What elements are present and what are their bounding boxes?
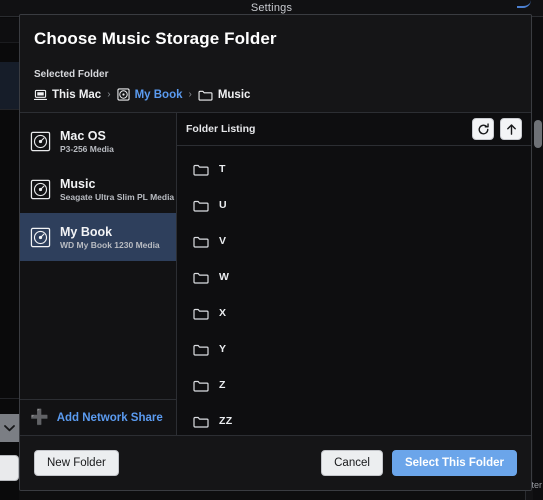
volume-item-music[interactable]: Music Seagate Ultra Slim PL Media xyxy=(20,165,176,213)
folder-listing-header: Folder Listing xyxy=(177,113,531,146)
refresh-icon xyxy=(477,122,490,136)
volume-item-my-book[interactable]: My Book WD My Book 1230 Media xyxy=(20,213,176,261)
folder-name: W xyxy=(219,271,230,283)
volume-text: Music Seagate Ultra Slim PL Media xyxy=(60,176,175,202)
new-folder-button[interactable]: New Folder xyxy=(34,450,119,476)
background-list-row xyxy=(0,18,19,43)
folder-list-item[interactable]: W xyxy=(177,259,531,295)
folder-icon xyxy=(193,199,209,212)
volume-item-mac-os[interactable]: Mac OS P3-256 Media xyxy=(20,117,176,165)
folder-list-item[interactable]: Z xyxy=(177,367,531,403)
breadcrumb-separator: › xyxy=(107,89,111,100)
folder-icon xyxy=(193,415,209,428)
folder-list-item[interactable]: T xyxy=(177,151,531,187)
breadcrumb-item-my-book[interactable]: My Book xyxy=(116,88,183,101)
disk-icon xyxy=(30,179,51,200)
chevron-down-icon xyxy=(4,424,15,432)
breadcrumb-label: This Mac xyxy=(52,88,102,101)
volumes-list: Mac OS P3-256 Media Music Seagate Ultra … xyxy=(20,113,176,399)
select-this-folder-button[interactable]: Select This Folder xyxy=(391,450,517,476)
background-dropdown-button[interactable] xyxy=(0,414,19,442)
folder-name: ZZ xyxy=(219,415,233,427)
parent-folder-button[interactable] xyxy=(500,118,522,140)
dialog-body: Mac OS P3-256 Media Music Seagate Ultra … xyxy=(20,112,531,435)
breadcrumb-separator: › xyxy=(188,89,192,100)
volume-name: Mac OS xyxy=(60,128,106,143)
folder-list: T U V W X Y Z ZZ xyxy=(177,146,531,435)
folder-icon xyxy=(193,271,209,284)
breadcrumb-item-this-mac[interactable]: This Mac xyxy=(34,89,101,101)
dialog-title: Choose Music Storage Folder xyxy=(34,29,277,48)
volume-subtitle: WD My Book 1230 Media xyxy=(60,239,160,250)
sidebar-footer: ➕ Add Network Share xyxy=(20,399,176,435)
background-edge-text: ter xyxy=(531,480,542,490)
folder-name: U xyxy=(219,199,227,211)
folder-icon xyxy=(193,307,209,320)
disk-icon xyxy=(116,88,130,101)
background-selected-row xyxy=(0,62,19,109)
add-network-share-label: Add Network Share xyxy=(56,411,163,424)
window-scrollbar-track[interactable] xyxy=(533,17,543,500)
plus-icon: ➕ xyxy=(30,409,49,426)
footer-actions: Cancel Select This Folder xyxy=(321,450,517,476)
folder-icon xyxy=(193,163,209,176)
computer-icon xyxy=(34,89,47,101)
folder-list-item[interactable]: ZZ xyxy=(177,403,531,435)
breadcrumb-label: Music xyxy=(217,88,251,101)
add-network-share-button[interactable]: ➕ Add Network Share xyxy=(30,410,166,425)
folder-list-item[interactable]: Y xyxy=(177,331,531,367)
folder-listing-title: Folder Listing xyxy=(186,123,256,135)
choose-folder-dialog: Choose Music Storage Folder Selected Fol… xyxy=(19,14,532,491)
disk-icon xyxy=(30,227,51,248)
folder-listing-panel: Folder Listing T U V W X Y Z ZZ xyxy=(177,113,531,435)
volumes-sidebar: Mac OS P3-256 Media Music Seagate Ultra … xyxy=(20,113,177,435)
folder-list-item[interactable]: U xyxy=(177,187,531,223)
folder-list-item[interactable]: X xyxy=(177,295,531,331)
app-root: Settings ter Choose Music Storage Folder… xyxy=(0,0,543,500)
volume-name: Music xyxy=(60,176,96,191)
volume-subtitle: P3-256 Media xyxy=(60,143,114,154)
background-divider-lower xyxy=(0,398,19,399)
background-divider xyxy=(0,109,19,110)
folder-list-item[interactable]: V xyxy=(177,223,531,259)
folder-listing-actions xyxy=(472,118,522,140)
dialog-footer: New Folder Cancel Select This Folder xyxy=(20,435,531,490)
volume-subtitle: Seagate Ultra Slim PL Media xyxy=(60,191,175,202)
folder-icon xyxy=(198,89,213,101)
folder-name: Z xyxy=(219,379,226,391)
folder-name: X xyxy=(219,307,227,319)
volume-text: My Book WD My Book 1230 Media xyxy=(60,225,160,250)
breadcrumb: This Mac › My Book › Music xyxy=(34,88,517,112)
folder-icon xyxy=(193,343,209,356)
cancel-button[interactable]: Cancel xyxy=(321,450,383,476)
folder-name: T xyxy=(219,163,226,175)
volume-name: My Book xyxy=(60,224,113,239)
arrow-up-icon xyxy=(505,123,518,136)
selected-folder-label: Selected Folder xyxy=(34,69,109,80)
disk-icon xyxy=(30,131,51,152)
refresh-button[interactable] xyxy=(472,118,494,140)
breadcrumb-label: My Book xyxy=(134,88,183,101)
window-scrollbar-thumb[interactable] xyxy=(534,120,542,148)
background-text-field[interactable] xyxy=(0,455,19,481)
window-title: Settings xyxy=(250,2,293,14)
dialog-header: Choose Music Storage Folder Selected Fol… xyxy=(20,15,531,112)
folder-name: Y xyxy=(219,343,227,355)
volume-text: Mac OS P3-256 Media xyxy=(60,129,114,154)
folder-icon xyxy=(193,235,209,248)
breadcrumb-item-music[interactable]: Music xyxy=(198,88,251,101)
folder-name: V xyxy=(219,235,227,247)
folder-icon xyxy=(193,379,209,392)
